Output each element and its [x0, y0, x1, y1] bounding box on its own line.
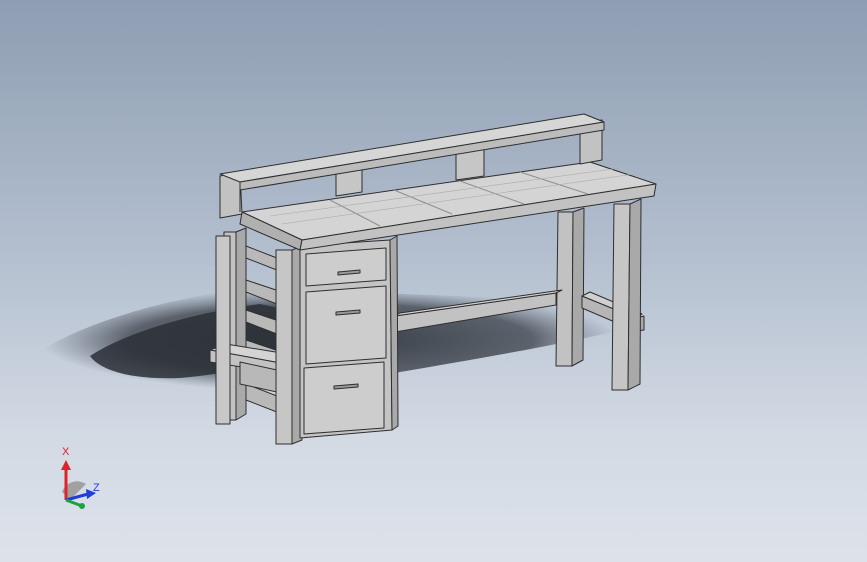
drawer-top — [305, 247, 387, 287]
back-right-leg — [555, 207, 585, 367]
z-axis-label: Z — [93, 482, 100, 494]
graphics-viewport[interactable]: X Z — [0, 0, 867, 562]
front-left-leg — [275, 245, 303, 445]
model-view[interactable]: X Z — [0, 0, 867, 562]
left-outer-leg — [215, 235, 231, 425]
workbench-model[interactable] — [209, 113, 657, 445]
drawer-middle — [305, 285, 387, 365]
y-axis-head-icon — [79, 503, 85, 509]
x-axis-label: X — [62, 446, 70, 458]
front-right-leg — [611, 198, 642, 391]
coordinate-triad: X Z — [61, 446, 100, 509]
drawer-bottom — [303, 361, 385, 435]
x-axis-head-icon — [61, 460, 71, 470]
